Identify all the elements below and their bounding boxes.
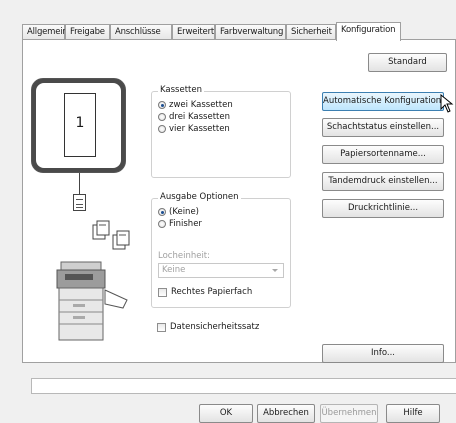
- output-options-group: Ausgabe Optionen (Keine) Finisher Lochei…: [151, 192, 291, 308]
- tray-preview: 1: [31, 78, 126, 173]
- connector-line: [79, 173, 80, 195]
- paper-type-name-button[interactable]: Papiersortenname...: [322, 145, 444, 164]
- checkbox-label: Datensicherheitssatz: [170, 322, 260, 332]
- radio-three-cassettes[interactable]: drei Kassetten: [158, 112, 230, 122]
- status-field: [31, 378, 456, 394]
- standard-button[interactable]: Standard: [368, 53, 447, 72]
- tab-sicherheit[interactable]: Sicherheit: [286, 24, 336, 40]
- mouse-cursor-icon: [440, 94, 454, 113]
- radio-output-finisher[interactable]: Finisher: [158, 219, 202, 229]
- tray-status-button[interactable]: Schachtstatus einstellen...: [322, 118, 444, 137]
- printer-machine-icon: [56, 261, 128, 341]
- tab-erweitert[interactable]: Erweitert: [172, 24, 215, 40]
- checkbox-box[interactable]: [157, 322, 166, 332]
- apply-button[interactable]: Übernehmen: [320, 404, 378, 423]
- cassettes-group: Kassetten zwei Kassetten drei Kassetten …: [151, 85, 291, 178]
- punch-unit-select[interactable]: Keine: [158, 263, 284, 278]
- ok-button[interactable]: OK: [199, 404, 253, 423]
- checkbox-label: Rechtes Papierfach: [171, 287, 253, 297]
- radio-output-none[interactable]: (Keine): [158, 207, 199, 217]
- auto-configuration-button[interactable]: Automatische Konfiguration...: [322, 92, 449, 111]
- data-security-checkbox[interactable]: Datensicherheitssatz: [157, 322, 259, 332]
- tab-farbverwaltung[interactable]: Farbverwaltung: [215, 24, 286, 40]
- radio-dot[interactable]: [158, 113, 166, 121]
- output-pages-icon: [92, 220, 130, 250]
- tab-anschluesse[interactable]: Anschlüsse: [110, 24, 172, 40]
- cancel-button[interactable]: Abbrechen: [257, 404, 315, 423]
- radio-label: vier Kassetten: [169, 124, 230, 134]
- tab-konfiguration[interactable]: Konfiguration: [336, 22, 401, 41]
- output-options-legend: Ausgabe Optionen: [158, 192, 241, 202]
- radio-label: drei Kassetten: [169, 112, 230, 122]
- punch-unit-value: Keine: [162, 265, 186, 275]
- checkbox-box[interactable]: [158, 287, 167, 297]
- chevron-down-icon: [272, 269, 278, 272]
- radio-dot[interactable]: [158, 208, 166, 216]
- configuration-panel: Standard 1 Kassetten zwei Kassetten drei…: [22, 39, 456, 394]
- print-policy-button[interactable]: Druckrichtlinie...: [322, 199, 444, 218]
- document-icon: [73, 194, 86, 211]
- radio-label: (Keine): [169, 207, 199, 217]
- right-tray-checkbox[interactable]: Rechtes Papierfach: [158, 287, 252, 297]
- radio-dot[interactable]: [158, 101, 166, 109]
- tab-bar: Allgemein Freigabe Anschlüsse Erweitert …: [22, 22, 456, 41]
- radio-label: zwei Kassetten: [169, 100, 233, 110]
- radio-two-cassettes[interactable]: zwei Kassetten: [158, 100, 233, 110]
- info-button[interactable]: Info...: [322, 344, 444, 363]
- tab-freigabe[interactable]: Freigabe: [65, 24, 110, 40]
- radio-dot[interactable]: [158, 220, 166, 228]
- tandem-print-button[interactable]: Tandemdruck einstellen...: [322, 172, 444, 191]
- radio-dot[interactable]: [158, 125, 166, 133]
- cassettes-legend: Kassetten: [158, 85, 205, 95]
- tab-allgemein[interactable]: Allgemein: [22, 24, 68, 40]
- tray-number: 1: [64, 93, 96, 157]
- punch-unit-label: Locheinheit:: [158, 251, 211, 261]
- help-button[interactable]: Hilfe: [386, 404, 440, 423]
- radio-four-cassettes[interactable]: vier Kassetten: [158, 124, 230, 134]
- radio-label: Finisher: [169, 219, 202, 229]
